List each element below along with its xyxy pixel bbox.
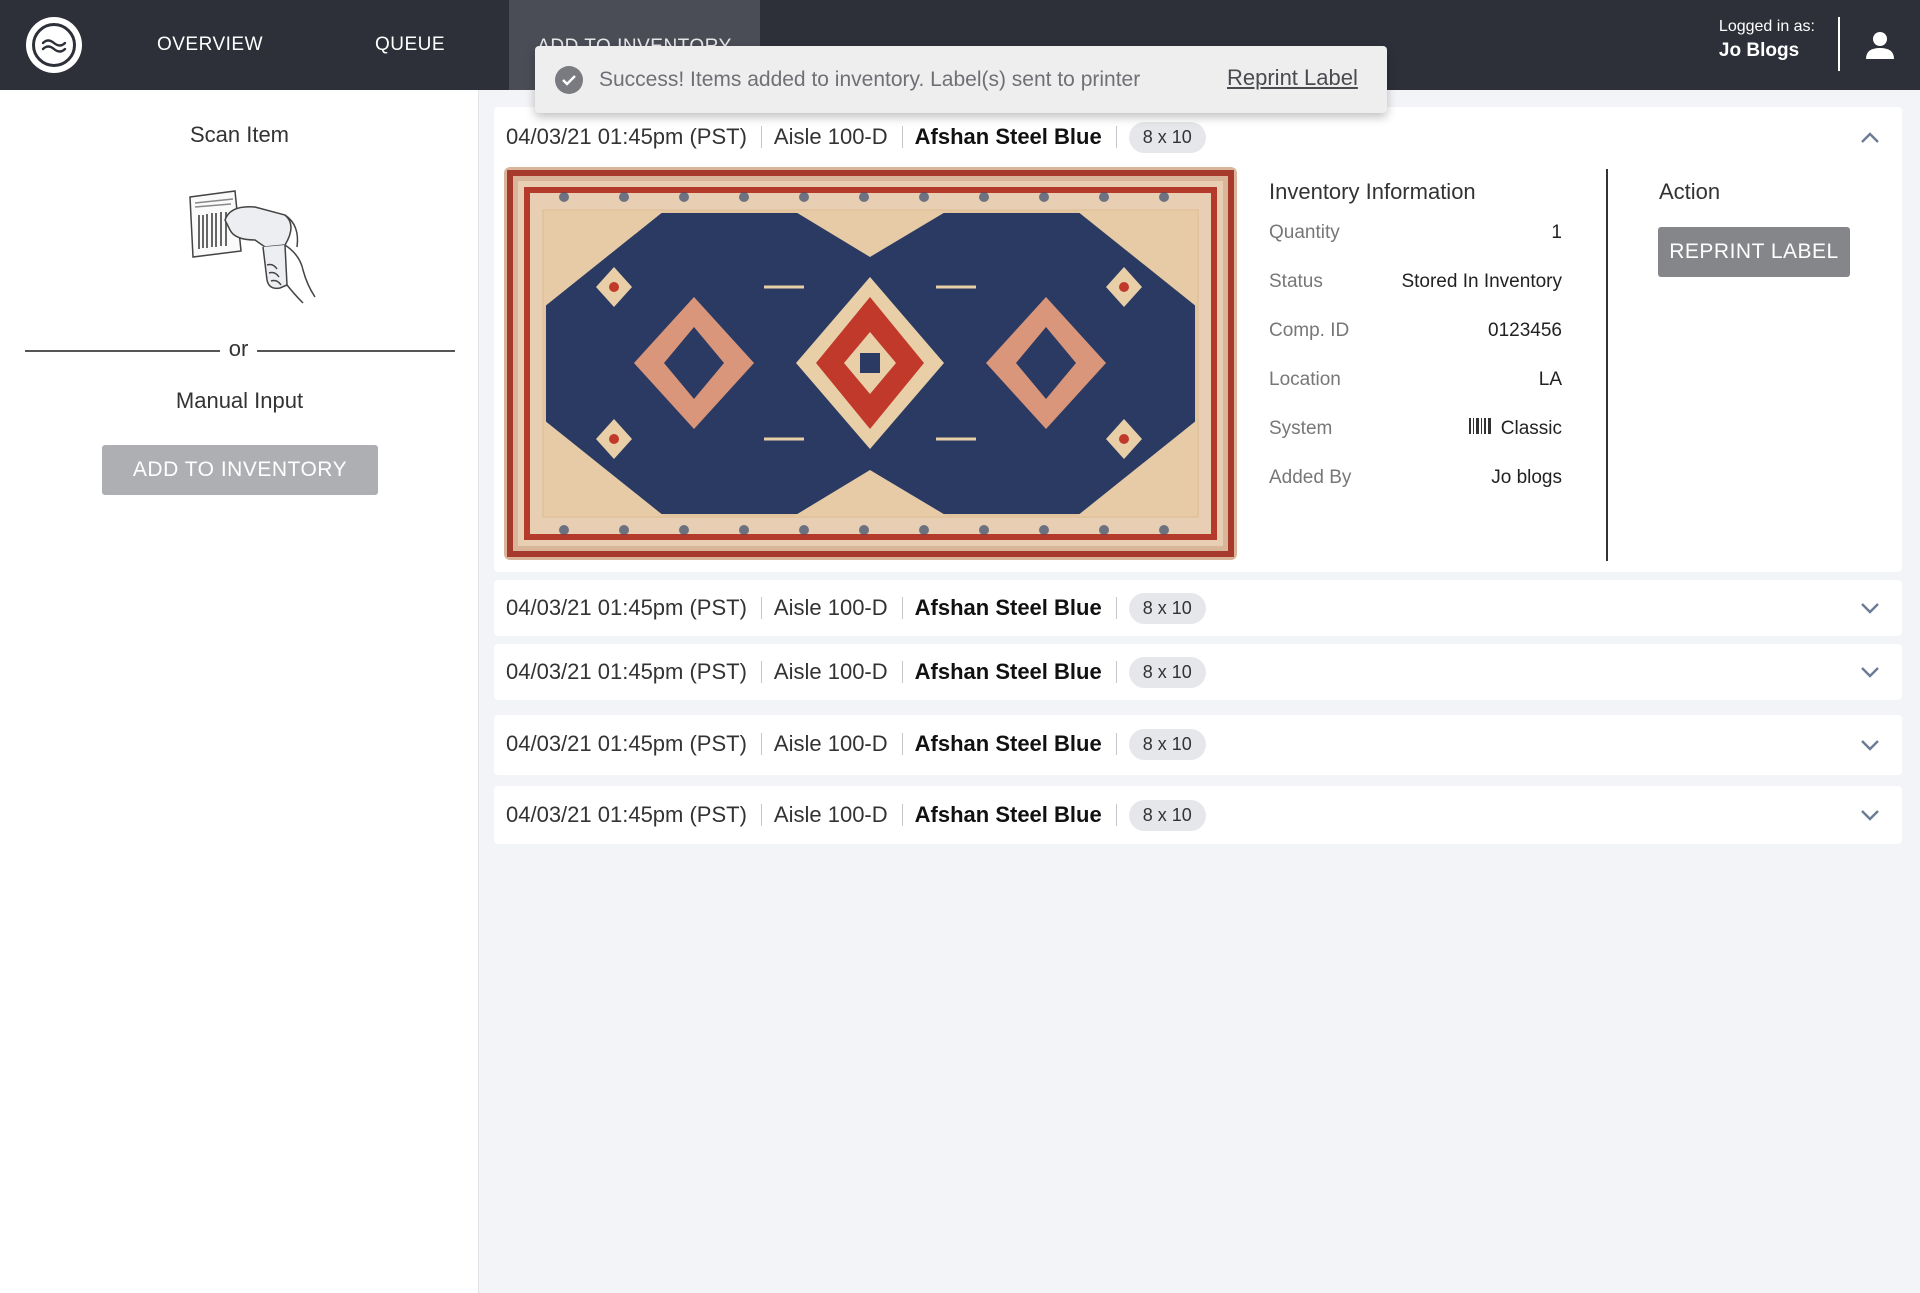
- item-aisle: Aisle 100-D: [773, 124, 888, 149]
- action-title: Action: [1659, 179, 1721, 204]
- separator: [901, 733, 903, 755]
- item-datetime: 04/03/21 01:45pm (PST): [506, 802, 747, 827]
- info-label: System: [1269, 418, 1333, 439]
- info-row-added-by: Added By Jo blogs: [1269, 466, 1562, 490]
- app-logo[interactable]: [26, 17, 82, 73]
- separator: [1115, 733, 1117, 755]
- info-row-status: Status Stored In Inventory: [1269, 270, 1562, 294]
- info-value: Stored In Inventory: [1401, 271, 1562, 292]
- separator: [760, 126, 762, 148]
- separator: [901, 126, 903, 148]
- manual-input-title: Manual Input: [175, 388, 304, 413]
- inventory-information-title: Inventory Information: [1269, 179, 1476, 204]
- info-value: LA: [1538, 369, 1562, 390]
- info-value-system: Classic: [1468, 418, 1562, 440]
- size-badge: 8 x 10: [1128, 728, 1206, 760]
- size-badge: 8 x 10: [1128, 121, 1206, 153]
- item-header[interactable]: 04/03/21 01:45pm (PST) Aisle 100-D Afsha…: [506, 121, 1206, 153]
- separator: [760, 733, 762, 755]
- barcode-scanner-icon: [185, 185, 325, 305]
- barcode-icon: [1468, 418, 1491, 440]
- item-datetime: 04/03/21 01:45pm (PST): [506, 659, 747, 684]
- info-value: Jo blogs: [1491, 467, 1562, 488]
- scan-panel: Scan Item or Manual Input ADD TO INVENTO…: [0, 90, 479, 1293]
- inventory-item-card[interactable]: 04/03/21 01:45pm (PST) Aisle 100-D Afsha…: [494, 715, 1902, 775]
- divider-line-left: [25, 350, 220, 352]
- info-label: Status: [1269, 271, 1323, 292]
- scan-item-title: Scan Item: [189, 122, 290, 147]
- or-label: or: [228, 336, 249, 361]
- separator: [1115, 597, 1117, 619]
- item-aisle: Aisle 100-D: [773, 731, 888, 756]
- size-badge: 8 x 10: [1128, 799, 1206, 831]
- info-label: Location: [1269, 369, 1341, 390]
- user-divider: [1838, 17, 1840, 71]
- inventory-item-card[interactable]: 04/03/21 01:45pm (PST) Aisle 100-D Afsha…: [494, 580, 1902, 636]
- item-header[interactable]: 04/03/21 01:45pm (PST) Aisle 100-D Afsha…: [506, 799, 1206, 831]
- add-to-inventory-button[interactable]: ADD TO INVENTORY: [102, 445, 378, 495]
- info-label: Added By: [1269, 467, 1352, 488]
- user-name: Jo Blogs: [1718, 40, 1800, 61]
- separator: [901, 597, 903, 619]
- item-datetime: 04/03/21 01:45pm (PST): [506, 595, 747, 620]
- inventory-item-card[interactable]: 04/03/21 01:45pm (PST) Aisle 100-D Afsha…: [494, 786, 1902, 844]
- info-label: Comp. ID: [1269, 320, 1350, 341]
- chevron-down-icon[interactable]: [1860, 808, 1880, 822]
- item-aisle: Aisle 100-D: [773, 659, 888, 684]
- chevron-down-icon[interactable]: [1860, 738, 1880, 752]
- success-toast: Success! Items added to inventory. Label…: [535, 46, 1387, 113]
- info-row-comp-id: Comp. ID 0123456: [1269, 319, 1562, 343]
- separator: [760, 661, 762, 683]
- item-name: Afshan Steel Blue: [914, 595, 1102, 620]
- rug-image: [504, 167, 1237, 560]
- or-divider: or: [25, 336, 455, 366]
- item-name: Afshan Steel Blue: [914, 802, 1102, 827]
- item-name: Afshan Steel Blue: [914, 124, 1102, 149]
- wave-icon: [32, 23, 76, 67]
- item-header[interactable]: 04/03/21 01:45pm (PST) Aisle 100-D Afsha…: [506, 592, 1206, 624]
- info-row-system: System Classic: [1269, 417, 1562, 441]
- size-badge: 8 x 10: [1128, 592, 1206, 624]
- separator: [760, 804, 762, 826]
- user-info: Logged in as: Jo Blogs: [1719, 18, 1815, 62]
- size-badge: 8 x 10: [1128, 656, 1206, 688]
- chevron-down-icon[interactable]: [1860, 665, 1880, 679]
- item-aisle: Aisle 100-D: [773, 802, 888, 827]
- divider-line-right: [257, 350, 455, 352]
- inventory-item-card-expanded: 04/03/21 01:45pm (PST) Aisle 100-D Afsha…: [494, 107, 1902, 572]
- info-row-location: Location LA: [1269, 368, 1562, 392]
- separator: [901, 661, 903, 683]
- item-name: Afshan Steel Blue: [914, 659, 1102, 684]
- user-icon[interactable]: [1865, 30, 1895, 60]
- system-value: Classic: [1500, 418, 1562, 439]
- info-value: 1: [1551, 222, 1562, 243]
- chevron-up-icon[interactable]: [1860, 131, 1880, 145]
- toast-message: Success! Items added to inventory. Label…: [599, 67, 1141, 91]
- separator: [1115, 126, 1117, 148]
- check-circle-icon: [555, 65, 583, 94]
- item-datetime: 04/03/21 01:45pm (PST): [506, 124, 747, 149]
- separator: [1115, 804, 1117, 826]
- item-header[interactable]: 04/03/21 01:45pm (PST) Aisle 100-D Afsha…: [506, 728, 1206, 760]
- separator: [901, 804, 903, 826]
- separator: [760, 597, 762, 619]
- tab-queue[interactable]: QUEUE: [330, 0, 490, 90]
- logged-in-label: Logged in as:: [1718, 18, 1815, 35]
- info-value: 0123456: [1488, 320, 1562, 341]
- item-datetime: 04/03/21 01:45pm (PST): [506, 731, 747, 756]
- info-row-quantity: Quantity 1: [1269, 221, 1562, 245]
- info-label: Quantity: [1269, 222, 1340, 243]
- item-header[interactable]: 04/03/21 01:45pm (PST) Aisle 100-D Afsha…: [506, 656, 1206, 688]
- reprint-label-link[interactable]: Reprint Label: [1227, 65, 1358, 91]
- item-aisle: Aisle 100-D: [773, 595, 888, 620]
- section-divider: [1606, 169, 1608, 561]
- tab-overview[interactable]: OVERVIEW: [130, 0, 290, 90]
- chevron-down-icon[interactable]: [1860, 601, 1880, 615]
- item-name: Afshan Steel Blue: [914, 731, 1102, 756]
- separator: [1115, 661, 1117, 683]
- inventory-item-card[interactable]: 04/03/21 01:45pm (PST) Aisle 100-D Afsha…: [494, 644, 1902, 700]
- reprint-label-button[interactable]: REPRINT LABEL: [1658, 227, 1850, 277]
